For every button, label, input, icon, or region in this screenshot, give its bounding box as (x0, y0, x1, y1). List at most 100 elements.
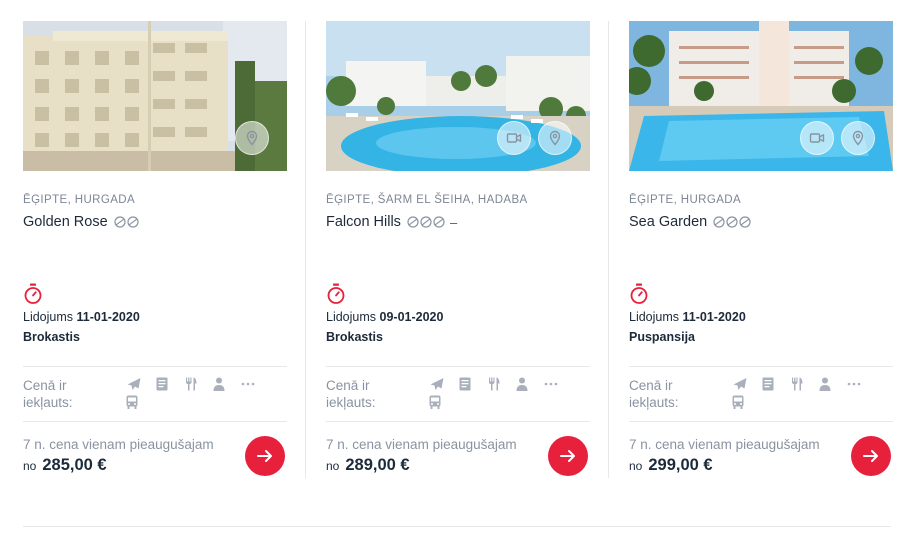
included-label: Cenā ir iekļauts: (23, 378, 73, 410)
price-note: 7 n. cena vienam pieaugušajam (23, 437, 214, 452)
price-prefix: no (23, 459, 37, 473)
bus-icon (427, 394, 443, 410)
hotel-title-row: Golden Rose (23, 214, 139, 230)
divider (629, 421, 893, 422)
document-icon (457, 376, 473, 392)
included-label: Cenā ir iekļauts: (326, 378, 376, 410)
view-offer-button[interactable] (245, 436, 285, 476)
arrow-right-icon (257, 450, 272, 462)
price-row: no 299,00 € (629, 456, 713, 475)
hotel-photo[interactable] (326, 21, 590, 171)
fork-knife-icon (183, 376, 199, 392)
flight-date: 09-01-2020 (379, 310, 444, 324)
bus-icon (730, 394, 746, 410)
timer-icon (327, 283, 345, 304)
rating-ring-icon (420, 216, 432, 228)
timer-icon (24, 283, 42, 304)
timer-icon (630, 283, 648, 304)
plane-icon (429, 376, 445, 392)
person-icon (211, 376, 227, 392)
fork-knife-icon (486, 376, 502, 392)
price-note: 7 n. cena vienam pieaugušajam (326, 437, 517, 452)
price-row: no 289,00 € (326, 456, 410, 475)
hotel-name[interactable]: Sea Garden (629, 214, 707, 230)
hotel-title-row: Sea Garden (629, 214, 751, 230)
hotel-name[interactable]: Falcon Hills (326, 214, 401, 230)
flight-label: Lidojums (629, 310, 680, 324)
card-separator (608, 21, 609, 478)
person-icon (817, 376, 833, 392)
hotel-rating (407, 216, 445, 228)
rating-suffix: – (449, 214, 458, 230)
price-prefix: no (326, 459, 340, 473)
document-icon (760, 376, 776, 392)
rating-ring-icon (127, 216, 139, 228)
rating-ring-icon (433, 216, 445, 228)
hotel-location: ĒĢIPTE, HURGADA (23, 194, 136, 206)
price-value: 289,00 € (345, 456, 410, 474)
divider (326, 421, 590, 422)
divider (326, 366, 590, 367)
price-value: 299,00 € (648, 456, 713, 474)
flight-label: Lidojums (23, 310, 74, 324)
video-button[interactable] (800, 121, 834, 155)
section-divider (23, 526, 891, 527)
price-row: no 285,00 € (23, 456, 107, 475)
flight-info: Lidojums 09-01-2020 (326, 310, 443, 324)
rating-ring-icon (407, 216, 419, 228)
flight-date: 11-01-2020 (682, 310, 746, 324)
flight-info: Lidojums 11-01-2020 (629, 310, 746, 324)
hotel-location: ĒĢIPTE, ŠARM EL ŠEIHA, HADABA (326, 194, 528, 206)
hotel-name[interactable]: Golden Rose (23, 214, 108, 230)
map-pin-icon (549, 130, 561, 146)
hotel-rating (713, 216, 751, 228)
arrow-right-icon (863, 450, 878, 462)
fork-knife-icon (789, 376, 805, 392)
document-icon (154, 376, 170, 392)
price-prefix: no (629, 459, 643, 473)
video-camera-icon (506, 133, 522, 143)
map-location-button[interactable] (841, 121, 875, 155)
board-type: Brokastis (23, 330, 80, 344)
divider (629, 366, 893, 367)
view-offer-button[interactable] (548, 436, 588, 476)
hotel-photo[interactable] (629, 21, 893, 171)
arrow-right-icon (560, 450, 575, 462)
divider (23, 366, 287, 367)
flight-info: Lidojums 11-01-2020 (23, 310, 140, 324)
divider (23, 421, 287, 422)
hotel-rating (114, 216, 139, 228)
map-location-button[interactable] (235, 121, 269, 155)
rating-ring-icon (114, 216, 126, 228)
price-note: 7 n. cena vienam pieaugušajam (629, 437, 820, 452)
offer-card[interactable]: ĒĢIPTE, ŠARM EL ŠEIHA, HADABA Falcon Hil… (326, 21, 590, 478)
plane-icon (126, 376, 142, 392)
included-label: Cenā ir iekļauts: (629, 378, 679, 410)
hotel-photo[interactable] (23, 21, 287, 171)
plane-icon (732, 376, 748, 392)
card-separator (305, 21, 306, 478)
flight-label: Lidojums (326, 310, 377, 324)
rating-ring-icon (713, 216, 725, 228)
map-pin-icon (246, 130, 258, 146)
board-type: Brokastis (326, 330, 383, 344)
map-location-button[interactable] (538, 121, 572, 155)
bus-icon (124, 394, 140, 410)
offer-card[interactable]: ĒĢIPTE, HURGADA Golden Rose Lidojums 11-… (23, 21, 287, 478)
price-value: 285,00 € (42, 456, 107, 474)
map-pin-icon (852, 130, 864, 146)
rating-ring-icon (726, 216, 738, 228)
rating-ring-icon (739, 216, 751, 228)
offer-grid: ĒĢIPTE, HURGADA Golden Rose Lidojums 11-… (0, 0, 918, 480)
video-button[interactable] (497, 121, 531, 155)
hotel-title-row: Falcon Hills – (326, 214, 457, 230)
more-icon (846, 376, 862, 392)
person-icon (514, 376, 530, 392)
view-offer-button[interactable] (851, 436, 891, 476)
offer-card[interactable]: ĒĢIPTE, HURGADA Sea Garden Lidojums 11-0… (629, 21, 893, 478)
video-camera-icon (809, 133, 825, 143)
hotel-location: ĒĢIPTE, HURGADA (629, 194, 742, 206)
more-icon (240, 376, 256, 392)
more-icon (543, 376, 559, 392)
board-type: Puspansija (629, 330, 695, 344)
